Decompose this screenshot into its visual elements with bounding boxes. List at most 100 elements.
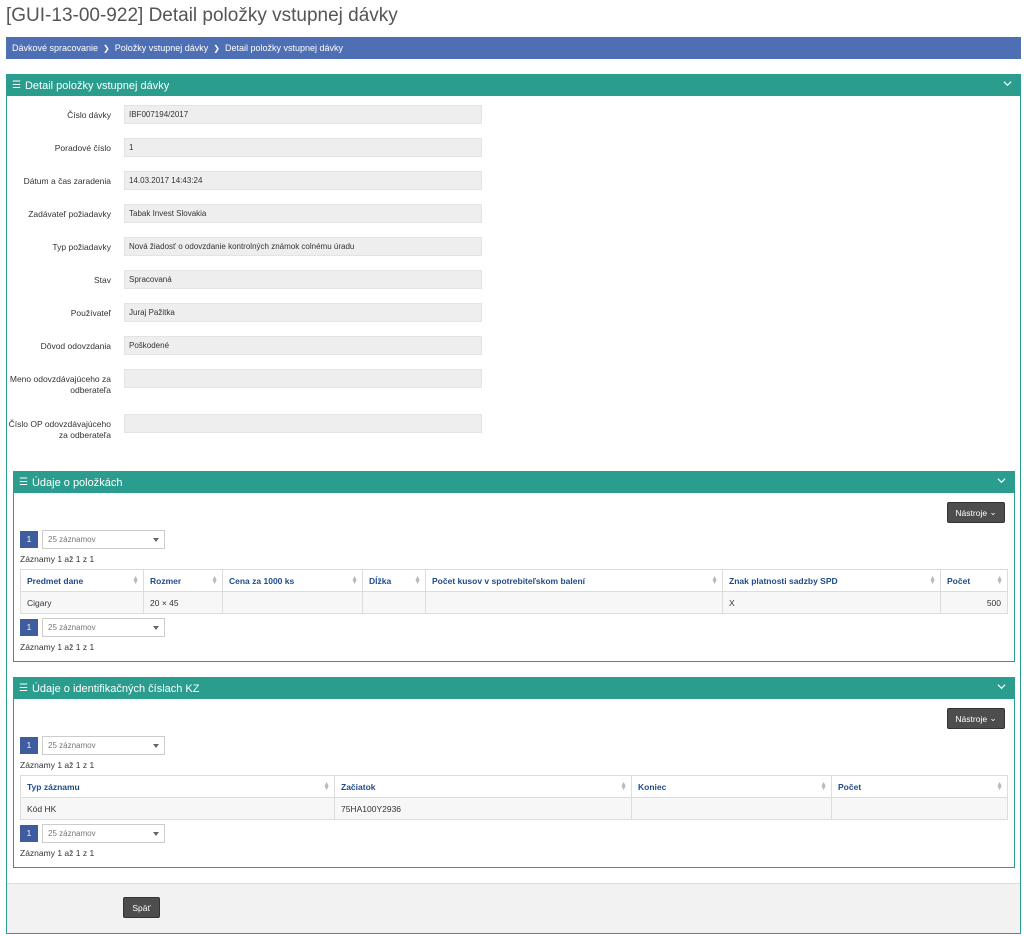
items-panel: ☰ Údaje o položkách Nástroje ⌄ 1 25 zázn… xyxy=(13,471,1015,662)
table-header-row: Typ záznamu ▲ ▼ Začiatok ▲ ▼ Koniec ▲ ▼ Počet ▲… xyxy=(20,775,1008,798)
sort-icon: ▲ ▼ xyxy=(929,575,936,586)
sort-icon: ▲ ▼ xyxy=(820,781,827,792)
column-header-subject[interactable]: Predmet dane ▲ ▼ xyxy=(20,569,144,592)
datetime-field[interactable]: 14.03.2017 14:43:24 xyxy=(124,171,482,190)
table-row[interactable]: Cigary 20 × 45 X 500 xyxy=(20,591,1008,614)
chevron-down-icon[interactable] xyxy=(1003,79,1012,88)
page-size-value: 25 záznamov xyxy=(48,535,96,544)
table-row[interactable]: Kód HK 75HA100Y2936 xyxy=(20,797,1008,820)
records-info: Záznamy 1 až 1 z 1 xyxy=(20,554,95,564)
tools-button[interactable]: Nástroje ⌄ xyxy=(947,502,1005,523)
page-number-button[interactable]: 1 xyxy=(20,825,38,842)
breadcrumb-item-batch-items[interactable]: Položky vstupnej dávky xyxy=(115,43,209,53)
request-type-field[interactable]: Nová žiadosť o odovzdanie kontrolných zn… xyxy=(124,237,482,256)
table-header-row: Predmet dane ▲ ▼ Rozmer ▲ ▼ Cena za 1000 ks ▲… xyxy=(20,569,1008,592)
kz-panel-title: Údaje o identifikačných číslach KZ xyxy=(31,682,200,695)
hamburger-icon: ☰ xyxy=(12,80,21,91)
column-label: Počet kusov v spotrebiteľskom balení xyxy=(432,575,586,586)
table-cell: X xyxy=(722,591,941,614)
chevron-down-icon[interactable] xyxy=(997,682,1006,691)
column-header-count[interactable]: Počet ▲ ▼ xyxy=(940,569,1008,592)
column-header-pieces[interactable]: Počet kusov v spotrebiteľskom balení ▲ ▼ xyxy=(425,569,723,592)
caret-down-icon: ⌄ xyxy=(989,713,997,723)
form-footer: Späť xyxy=(7,883,1020,933)
back-button[interactable]: Späť xyxy=(123,897,160,918)
deliverer-name-field[interactable] xyxy=(124,369,482,388)
column-header-size[interactable]: Rozmer ▲ ▼ xyxy=(143,569,223,592)
table-cell: 20 × 45 xyxy=(143,591,223,614)
page-title: [GUI-13-00-922] Detail položky vstupnej … xyxy=(6,5,398,26)
items-panel-header[interactable]: ☰ Údaje o položkách xyxy=(14,472,1014,493)
table-cell xyxy=(831,797,1008,820)
user-field[interactable]: Juraj Pažitka xyxy=(124,303,482,322)
page-size-select[interactable]: 25 záznamov xyxy=(42,736,165,755)
chevron-down-icon[interactable] xyxy=(997,476,1006,485)
table-cell: 500 xyxy=(940,591,1008,614)
sort-icon: ▲ ▼ xyxy=(323,781,330,792)
column-header-count[interactable]: Počet ▲ ▼ xyxy=(831,775,1008,798)
items-panel-title: Údaje o položkách xyxy=(31,476,123,489)
field-label: Používateľ xyxy=(70,308,111,318)
page-number-button[interactable]: 1 xyxy=(20,619,38,636)
kz-table: Typ záznamu ▲ ▼ Začiatok ▲ ▼ Koniec ▲ ▼ Počet ▲… xyxy=(20,775,1008,820)
state-field[interactable]: Spracovaná xyxy=(124,270,482,289)
page-size-value: 25 záznamov xyxy=(48,741,96,750)
items-table: Predmet dane ▲ ▼ Rozmer ▲ ▼ Cena za 1000 ks ▲… xyxy=(20,569,1008,614)
page-number-button[interactable]: 1 xyxy=(20,531,38,548)
tools-label: Nástroje xyxy=(955,713,988,724)
detail-panel-header[interactable]: ☰ Detail položky vstupnej dávky xyxy=(7,75,1020,96)
page-size-select[interactable]: 25 záznamov xyxy=(42,530,165,549)
table-cell xyxy=(362,591,426,614)
records-info: Záznamy 1 až 1 z 1 xyxy=(20,642,95,652)
hamburger-icon: ☰ xyxy=(19,477,28,488)
column-label: Dĺžka xyxy=(369,575,392,586)
field-label: Dôvod odovzdania xyxy=(40,341,111,351)
batch-number-field[interactable]: IBF007194/2017 xyxy=(124,105,482,124)
field-label: Typ požiadavky xyxy=(52,242,111,252)
sort-icon: ▲ ▼ xyxy=(414,575,421,586)
sort-icon: ▲ ▼ xyxy=(996,575,1003,586)
breadcrumb: Dávkové spracovanie ❯ Položky vstupnej d… xyxy=(6,37,1021,59)
field-label: Číslo OP odovzdávajúceho za odberateľa xyxy=(8,419,111,440)
kz-panel-header[interactable]: ☰ Údaje o identifikačných číslach KZ xyxy=(14,678,1014,699)
kz-panel: ☰ Údaje o identifikačných číslach KZ Nás… xyxy=(13,677,1015,868)
sort-icon: ▲ ▼ xyxy=(132,575,139,586)
breadcrumb-item-batch-processing[interactable]: Dávkové spracovanie xyxy=(12,43,98,53)
column-label: Rozmer xyxy=(150,575,182,586)
column-header-record-type[interactable]: Typ záznamu ▲ ▼ xyxy=(20,775,335,798)
page-size-value: 25 záznamov xyxy=(48,829,96,838)
column-header-price[interactable]: Cena za 1000 ks ▲ ▼ xyxy=(222,569,363,592)
field-label: Stav xyxy=(93,275,111,285)
tools-label: Nástroje xyxy=(955,507,988,518)
table-cell xyxy=(425,591,723,614)
column-header-start[interactable]: Začiatok ▲ ▼ xyxy=(334,775,632,798)
caret-down-icon: ⌄ xyxy=(989,507,997,517)
field-label: Číslo dávky xyxy=(67,110,111,120)
table-cell: Kód HK xyxy=(20,797,335,820)
table-cell: 75HA100Y2936 xyxy=(334,797,632,820)
page-number-button[interactable]: 1 xyxy=(20,737,38,754)
column-label: Počet xyxy=(947,575,971,586)
field-label: Poradové číslo xyxy=(54,143,111,153)
column-label: Typ záznamu xyxy=(27,781,80,792)
sort-icon: ▲ ▼ xyxy=(211,575,218,586)
breadcrumb-item-current: Detail položky vstupnej dávky xyxy=(225,43,344,53)
records-info: Záznamy 1 až 1 z 1 xyxy=(20,760,95,770)
column-label: Cena za 1000 ks xyxy=(229,575,295,586)
order-number-field[interactable]: 1 xyxy=(124,138,482,157)
column-header-end[interactable]: Koniec ▲ ▼ xyxy=(631,775,832,798)
table-cell xyxy=(631,797,832,820)
column-header-rate-flag[interactable]: Znak platnosti sadzby SPD ▲ ▼ xyxy=(722,569,941,592)
page-size-value: 25 záznamov xyxy=(48,623,96,632)
page-size-select[interactable]: 25 záznamov xyxy=(42,824,165,843)
requester-field[interactable]: Tabak Invest Slovakia xyxy=(124,204,482,223)
column-label: Začiatok xyxy=(341,781,376,792)
column-header-length[interactable]: Dĺžka ▲ ▼ xyxy=(362,569,426,592)
reason-field[interactable]: Poškodené xyxy=(124,336,482,355)
tools-button[interactable]: Nástroje ⌄ xyxy=(947,708,1005,729)
breadcrumb-separator-icon: ❯ xyxy=(103,43,110,53)
table-cell: Cigary xyxy=(20,591,144,614)
page-size-select[interactable]: 25 záznamov xyxy=(42,618,165,637)
deliverer-id-field[interactable] xyxy=(124,414,482,433)
records-info: Záznamy 1 až 1 z 1 xyxy=(20,848,95,858)
